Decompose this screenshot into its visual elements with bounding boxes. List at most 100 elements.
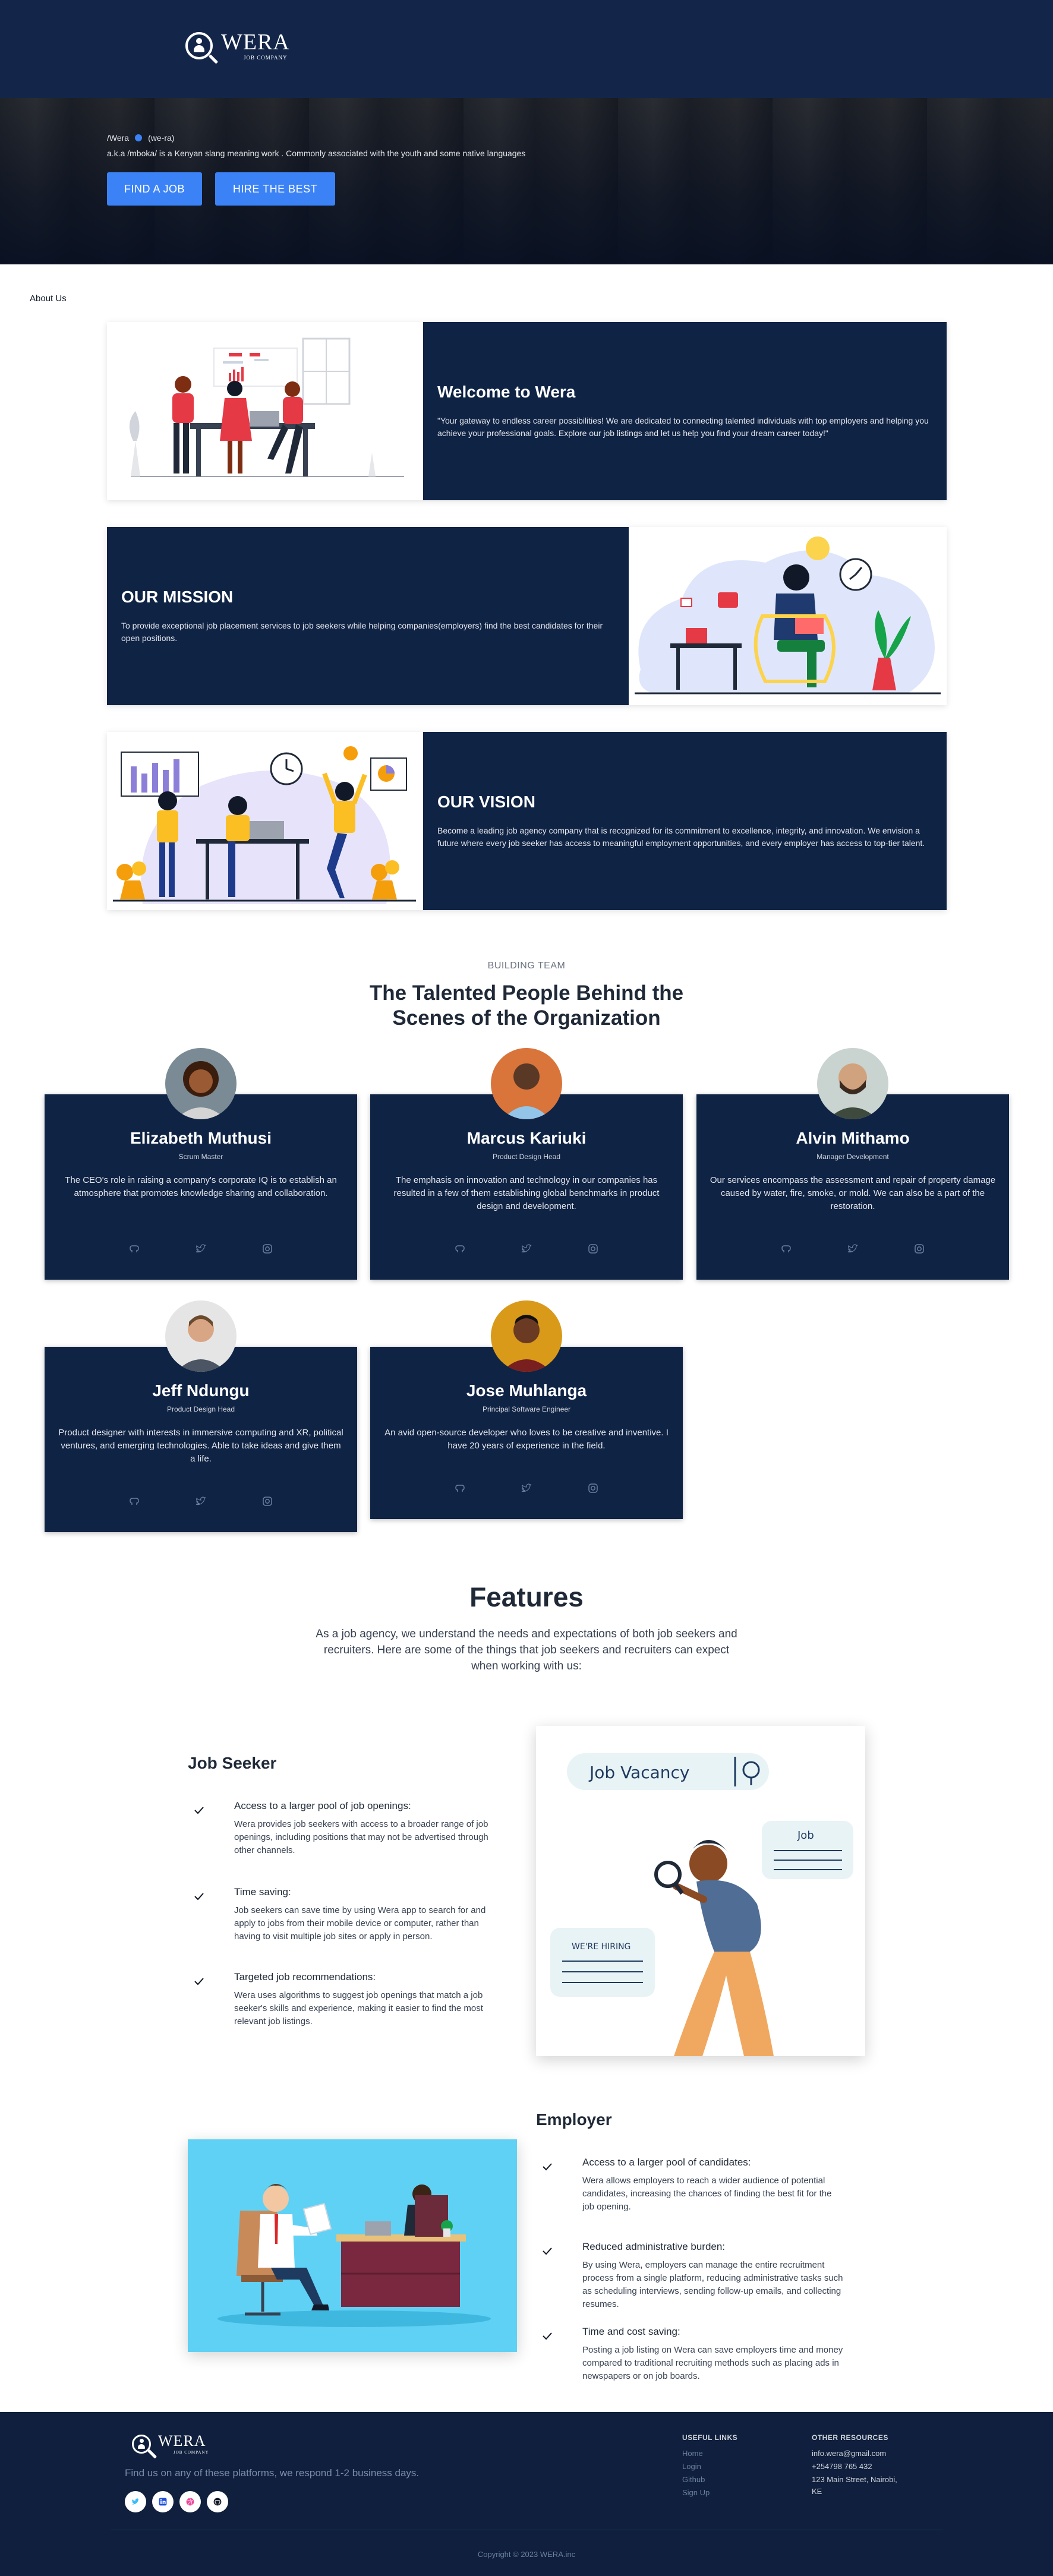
member-role: Manager Development xyxy=(816,1153,889,1161)
github-icon[interactable] xyxy=(128,1243,140,1255)
member-role: Product Design Head xyxy=(492,1153,561,1161)
hero-definition: a.k.a /mboka/ is a Kenyan slang meaning … xyxy=(107,149,526,158)
team-card: Elizabeth Muthusi Scrum Master The CEO's… xyxy=(45,1048,357,1280)
twitter-icon[interactable] xyxy=(847,1243,859,1255)
footer-github-button[interactable] xyxy=(207,2491,228,2512)
footer-address-line1: 123 Main Street, Nairobi, xyxy=(812,2475,897,2484)
mission-card: OUR MISSION To provide exceptional job p… xyxy=(107,527,947,705)
github-icon[interactable] xyxy=(780,1243,792,1255)
find-job-button[interactable]: FIND A JOB xyxy=(107,172,202,206)
welcome-title: Welcome to Wera xyxy=(437,383,576,401)
welcome-card: Welcome to Wera "Your gateway to endless… xyxy=(107,322,947,500)
footer-link-github[interactable]: Github xyxy=(682,2475,705,2484)
instagram-icon[interactable] xyxy=(261,1495,273,1507)
feature-title: Access to a larger pool of candidates: xyxy=(582,2157,751,2168)
feature-text: Posting a job listing on Wera can save e… xyxy=(582,2345,843,2381)
mission-text: To provide exceptional job placement ser… xyxy=(121,621,603,643)
feature-title: Reduced administrative burden: xyxy=(582,2241,726,2252)
member-name: Elizabeth Muthusi xyxy=(130,1129,272,1147)
member-bio: The emphasis on innovation and technolog… xyxy=(393,1175,660,1211)
hire-best-button[interactable]: HIRE THE BEST xyxy=(215,172,335,206)
feature-text: Wera allows employers to reach a wider a… xyxy=(582,2176,832,2212)
twitter-icon[interactable] xyxy=(521,1482,532,1494)
feature-title: Time and cost saving: xyxy=(582,2326,680,2337)
member-socials xyxy=(696,1243,1009,1255)
features-title: Features xyxy=(469,1581,584,1612)
footer-link-home[interactable]: Home xyxy=(682,2449,703,2458)
feature-title: Targeted job recommendations: xyxy=(234,1971,376,1982)
instagram-icon[interactable] xyxy=(913,1243,925,1255)
member-bio: An avid open-source developer who loves … xyxy=(384,1428,669,1451)
footer-phone[interactable]: +254798 765 432 xyxy=(812,2462,872,2471)
feature-text: Job seekers can save time by using Wera … xyxy=(234,1905,486,1942)
avatar xyxy=(165,1048,237,1119)
team-card: Alvin Mithamo Manager Development Our se… xyxy=(696,1048,1009,1280)
footer-logo[interactable]: WERA JOB COMPANY xyxy=(132,2433,209,2455)
features-description: As a job agency, we understand the needs… xyxy=(316,1628,737,1672)
other-resources-heading: OTHER RESOURCES xyxy=(812,2433,888,2442)
check-icon xyxy=(543,2332,552,2340)
team-title: The Talented People Behind the Scenes of… xyxy=(0,981,1053,1031)
feature-title: Time saving: xyxy=(234,1886,291,1898)
github-icon[interactable] xyxy=(128,1495,140,1507)
member-socials xyxy=(370,1243,683,1255)
member-role: Principal Software Engineer xyxy=(482,1405,571,1413)
footer-dribbble-button[interactable] xyxy=(179,2491,201,2512)
magnifier-person-icon xyxy=(132,2435,151,2454)
check-icon xyxy=(543,2163,552,2171)
footer-link-signup[interactable]: Sign Up xyxy=(682,2488,710,2497)
employer-illustration xyxy=(188,2139,517,2352)
welcome-panel: Welcome to Wera "Your gateway to endless… xyxy=(423,322,947,500)
employer-heading: Employer xyxy=(536,2110,612,2129)
team-card: Marcus Kariuki Product Design Head The e… xyxy=(370,1048,683,1280)
feature-text: Wera uses algorithms to suggest job open… xyxy=(234,1990,483,2026)
bubble-hiring-text: WE'RE HIRING xyxy=(572,1942,630,1952)
team-title-line2: Scenes of the Organization xyxy=(392,1006,661,1030)
footer-link-login[interactable]: Login xyxy=(682,2462,701,2471)
footer-linkedin-button[interactable] xyxy=(152,2491,174,2512)
remote-work-illustration xyxy=(629,527,947,705)
dribbble-icon xyxy=(186,2498,194,2506)
job-vacancy-illustration: Job Vacancy Job WE'RE HIRING xyxy=(536,1726,865,2056)
instagram-icon[interactable] xyxy=(587,1243,599,1255)
team-card: Jose Muhlanga Principal Software Enginee… xyxy=(370,1300,683,1519)
vision-panel: OUR VISION Become a leading job agency c… xyxy=(423,732,947,910)
footer-brand-name: WERA xyxy=(158,2432,206,2449)
avatar xyxy=(491,1048,562,1119)
brand-name: WERA xyxy=(221,30,290,55)
footer-address-line2: KE xyxy=(812,2487,822,2496)
vision-card: OUR VISION Become a leading job agency c… xyxy=(107,732,947,910)
instagram-icon[interactable] xyxy=(261,1243,273,1255)
member-name: Jose Muhlanga xyxy=(466,1381,587,1400)
footer-brand-tagline: JOB COMPANY xyxy=(174,2450,209,2455)
feature-text: By using Wera, employers can manage the … xyxy=(582,2260,843,2309)
footer-email[interactable]: info.wera@gmail.com xyxy=(812,2449,886,2458)
instagram-icon[interactable] xyxy=(587,1482,599,1494)
avatar xyxy=(491,1300,562,1372)
member-socials xyxy=(45,1495,357,1507)
member-name: Alvin Mithamo xyxy=(796,1129,910,1147)
twitter-icon[interactable] xyxy=(195,1243,207,1255)
twitter-icon[interactable] xyxy=(195,1495,207,1507)
member-bio: The CEO's role in raising a company's co… xyxy=(65,1175,337,1198)
bubble-job-text: Job xyxy=(797,1829,814,1842)
footer-twitter-button[interactable] xyxy=(125,2491,146,2512)
team-card: Jeff Ndungu Product Design Head Product … xyxy=(45,1300,357,1532)
check-icon xyxy=(543,2247,552,2255)
feature-item: Access to a larger pool of job openings:… xyxy=(194,1800,497,1857)
footer: WERA JOB COMPANY Find us on any of these… xyxy=(0,2412,1053,2576)
header-logo[interactable]: WERA JOB COMPANY xyxy=(185,31,290,61)
twitter-icon xyxy=(131,2498,140,2505)
audio-dot-icon[interactable] xyxy=(135,134,143,141)
github-icon[interactable] xyxy=(454,1482,466,1494)
github-icon[interactable] xyxy=(454,1243,466,1255)
feature-item: Targeted job recommendations: Wera uses … xyxy=(194,1971,497,2028)
feature-item: Time and cost saving: Posting a job list… xyxy=(542,2326,845,2383)
member-bio: Product designer with interests in immer… xyxy=(58,1428,343,1464)
navbar xyxy=(0,0,1053,98)
job-seeker-heading: Job Seeker xyxy=(188,1754,277,1772)
twitter-icon[interactable] xyxy=(521,1243,532,1255)
about-us-label: About Us xyxy=(30,293,67,304)
hero-section xyxy=(0,0,1053,264)
magnifier-person-icon xyxy=(185,32,213,59)
